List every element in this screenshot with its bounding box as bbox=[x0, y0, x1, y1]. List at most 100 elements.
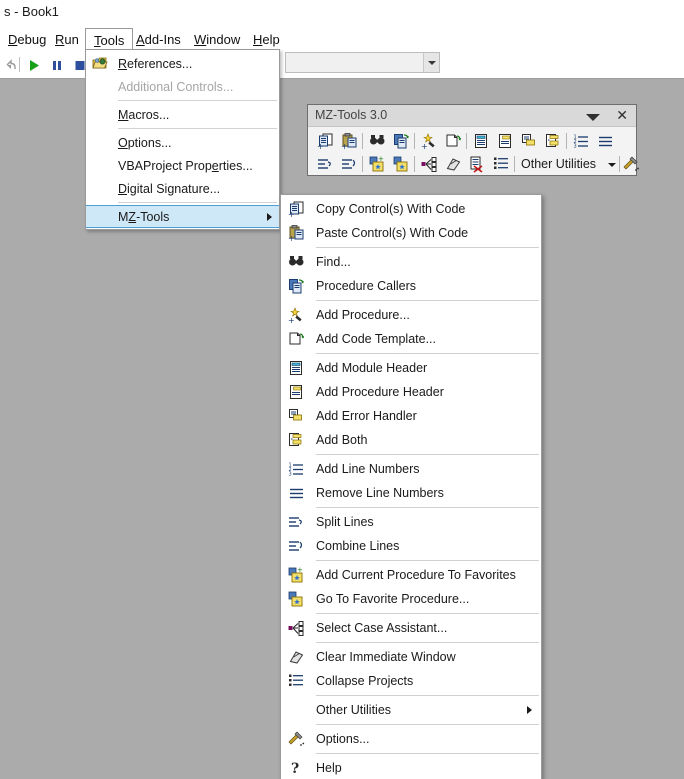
submenu-item-label: Options... bbox=[316, 732, 370, 746]
submenu-item-collapse-projects[interactable]: Collapse Projects bbox=[281, 669, 541, 693]
svg-text:+: + bbox=[378, 156, 384, 163]
submenu-item-add-procedure-header[interactable]: Add Procedure Header bbox=[281, 380, 541, 404]
add-module-header-icon[interactable] bbox=[472, 132, 490, 150]
submenu-item-add-error-handler[interactable]: Add Error Handler bbox=[281, 404, 541, 428]
other-utilities-dropdown[interactable]: Other Utilities bbox=[521, 155, 596, 172]
pause-icon[interactable] bbox=[48, 56, 66, 74]
menubar-item-label: Tools bbox=[94, 32, 125, 48]
mz-tools-toolbar-panel[interactable]: MZ-Tools 3.0 ✕ + + + 1 2 3 + Other Utili… bbox=[307, 104, 639, 176]
add-procedure-header-icon[interactable] bbox=[496, 132, 514, 150]
menu-item-digital-signature[interactable]: Digital Signature... bbox=[86, 177, 279, 200]
submenu-item-help[interactable]: ? Help bbox=[281, 756, 541, 779]
submenu-item-split-lines[interactable]: Split Lines bbox=[281, 510, 541, 534]
submenu-item-clear-immediate-window[interactable]: Clear Immediate Window bbox=[281, 645, 541, 669]
chevron-down-icon[interactable] bbox=[608, 163, 616, 167]
add-procedure-icon[interactable]: + bbox=[420, 132, 438, 150]
close-icon[interactable]: ✕ bbox=[616, 107, 628, 124]
submenu-item-label: Add Error Handler bbox=[316, 409, 417, 423]
add-current-procedure-to-favorites-icon[interactable]: + bbox=[368, 155, 386, 173]
split-lines-icon[interactable] bbox=[316, 155, 334, 173]
clear-immediate-window-icon[interactable] bbox=[444, 155, 462, 173]
chevron-down-icon[interactable] bbox=[586, 114, 600, 121]
menu-item-references[interactable]: References... bbox=[86, 52, 279, 75]
select-case-assistant-icon[interactable] bbox=[420, 155, 438, 173]
menubar-item-tools[interactable]: Tools bbox=[85, 28, 134, 51]
menu-item-macros[interactable]: Macros... bbox=[86, 103, 279, 126]
go-to-favorite-procedure-icon[interactable] bbox=[392, 155, 410, 173]
procedure-callers-icon[interactable] bbox=[392, 132, 410, 150]
menubar-item-window[interactable]: Window bbox=[186, 28, 248, 51]
submenu-item-label: Combine Lines bbox=[316, 539, 400, 553]
window-title: s - Book1 bbox=[4, 4, 59, 19]
submenu-separator bbox=[316, 642, 539, 643]
menubar-item-run[interactable]: Run bbox=[47, 28, 87, 51]
submenu-item-label: Add Current Procedure To Favorites bbox=[316, 568, 516, 582]
find-icon[interactable] bbox=[368, 132, 386, 150]
submenu-item-go-to-favorite-procedure[interactable]: Go To Favorite Procedure... bbox=[281, 587, 541, 611]
submenu-item-add-current-procedure-to-favorites[interactable]: + Add Current Procedure To Favorites bbox=[281, 563, 541, 587]
submenu-item-label: Add Procedure Header bbox=[316, 385, 444, 399]
submenu-item-label: Other Utilities bbox=[316, 703, 392, 717]
toolbar-combobox[interactable] bbox=[285, 52, 440, 73]
menubar-item-help[interactable]: Help bbox=[245, 28, 288, 51]
menu-item-label: MZ-Tools bbox=[118, 209, 170, 224]
panel-separator bbox=[466, 133, 467, 149]
project-tree-icon[interactable] bbox=[492, 155, 510, 173]
add-code-template-icon[interactable] bbox=[444, 132, 462, 150]
remove-line-numbers-icon[interactable] bbox=[596, 132, 614, 150]
submenu-item-label: Add Procedure... bbox=[316, 308, 410, 322]
menu-item-label: Digital Signature... bbox=[118, 181, 221, 196]
clear-immediate-window-icon bbox=[287, 648, 305, 666]
submenu-separator bbox=[316, 695, 539, 696]
submenu-separator bbox=[316, 753, 539, 754]
paste-controls-with-code-icon[interactable]: + bbox=[340, 132, 358, 150]
add-both-icon[interactable] bbox=[544, 132, 562, 150]
add-line-numbers-icon[interactable]: 123 bbox=[572, 132, 590, 150]
panel-separator bbox=[414, 156, 415, 172]
tools-dropdown-menu[interactable]: References... Additional Controls... Mac… bbox=[85, 49, 280, 230]
submenu-item-procedure-callers[interactable]: Procedure Callers bbox=[281, 274, 541, 298]
submenu-item-label: Procedure Callers bbox=[316, 279, 417, 293]
remove-line-numbers-icon bbox=[287, 484, 305, 502]
options-icon[interactable] bbox=[622, 155, 640, 173]
mz-tools-submenu[interactable]: + Copy Control(s) With Code + Paste Cont… bbox=[280, 194, 542, 779]
split-lines-icon bbox=[287, 513, 305, 531]
submenu-item-paste-controls-with-code[interactable]: + Paste Control(s) With Code bbox=[281, 221, 541, 245]
add-current-procedure-to-favorites-icon: + bbox=[287, 566, 305, 584]
submenu-item-combine-lines[interactable]: Combine Lines bbox=[281, 534, 541, 558]
panel-toolbar-row-2: + Other Utilities bbox=[308, 152, 639, 176]
submenu-item-add-procedure[interactable]: + Add Procedure... bbox=[281, 303, 541, 327]
menu-item-options[interactable]: Options... bbox=[86, 131, 279, 154]
submenu-item-add-module-header[interactable]: Add Module Header bbox=[281, 356, 541, 380]
combine-lines-icon[interactable] bbox=[340, 155, 358, 173]
submenu-item-other-utilities[interactable]: Other Utilities bbox=[281, 698, 541, 722]
svg-text:+: + bbox=[288, 234, 295, 242]
menu-item-vbaproject-properties[interactable]: VBAProject Properties... bbox=[86, 154, 279, 177]
svg-text:3: 3 bbox=[288, 471, 291, 477]
submenu-item-remove-line-numbers[interactable]: Remove Line Numbers bbox=[281, 481, 541, 505]
submenu-item-add-line-numbers[interactable]: 123 Add Line Numbers bbox=[281, 457, 541, 481]
collapse-projects-icon[interactable] bbox=[468, 155, 486, 173]
run-icon[interactable] bbox=[25, 56, 43, 74]
submenu-item-add-both[interactable]: Add Both bbox=[281, 428, 541, 452]
add-error-handler-icon[interactable] bbox=[520, 132, 538, 150]
submenu-item-label: Split Lines bbox=[316, 515, 374, 529]
submenu-item-options[interactable]: Options... bbox=[281, 727, 541, 751]
menubar-item-add-ins[interactable]: Add-Ins bbox=[128, 28, 189, 51]
submenu-item-label: Help bbox=[316, 761, 342, 775]
menu-item-mz-tools[interactable]: MZ-Tools bbox=[86, 205, 279, 228]
submenu-item-select-case-assistant[interactable]: Select Case Assistant... bbox=[281, 616, 541, 640]
copy-controls-with-code-icon[interactable]: + bbox=[316, 132, 334, 150]
panel-title-bar[interactable]: MZ-Tools 3.0 ✕ bbox=[308, 105, 636, 127]
submenu-item-label: Find... bbox=[316, 255, 351, 269]
submenu-item-label: Select Case Assistant... bbox=[316, 621, 448, 635]
submenu-item-label: Collapse Projects bbox=[316, 674, 414, 688]
submenu-item-copy-controls-with-code[interactable]: + Copy Control(s) With Code bbox=[281, 197, 541, 221]
title-bar: s - Book1 bbox=[0, 0, 684, 28]
submenu-item-find[interactable]: Find... bbox=[281, 250, 541, 274]
undo-icon[interactable] bbox=[2, 56, 20, 74]
add-line-numbers-icon: 123 bbox=[287, 460, 305, 478]
submenu-item-add-code-template[interactable]: Add Code Template... bbox=[281, 327, 541, 351]
svg-text:+: + bbox=[288, 210, 295, 218]
chevron-down-icon[interactable] bbox=[423, 53, 439, 72]
